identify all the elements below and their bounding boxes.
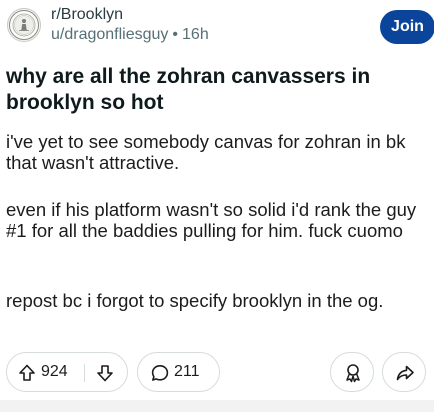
- join-button[interactable]: Join: [380, 10, 434, 44]
- post-body-paragraph: i've yet to see somebody canvas for zohr…: [6, 131, 406, 173]
- feed-divider: [0, 400, 434, 412]
- share-arrow-icon: [395, 363, 415, 388]
- post-action-bar: 924 211: [0, 352, 434, 394]
- subreddit-name[interactable]: r/Brooklyn: [51, 6, 123, 24]
- author-link[interactable]: u/dragonfliesguy: [51, 26, 168, 43]
- post-meta: u/dragonfliesguy • 16h: [51, 26, 209, 44]
- post-time: 16h: [182, 26, 209, 43]
- post-body-paragraph: even if his platform wasn't so solid i'd…: [6, 199, 417, 241]
- upvote-button[interactable]: [17, 363, 37, 388]
- downvote-arrow-icon: [97, 365, 113, 382]
- award-icon: [342, 362, 364, 389]
- subreddit-avatar[interactable]: [7, 8, 41, 42]
- share-button[interactable]: [382, 352, 426, 392]
- award-button[interactable]: [330, 352, 374, 392]
- comment-count: 211: [174, 363, 200, 380]
- meta-separator: •: [172, 26, 179, 43]
- vote-control: 924: [6, 352, 128, 392]
- post-body-paragraph: repost bc i forgot to specify brooklyn i…: [6, 290, 384, 311]
- downvote-button[interactable]: [95, 363, 115, 388]
- post-header: r/Brooklyn u/dragonfliesguy • 16h Join: [0, 0, 434, 50]
- vote-score: 924: [41, 363, 68, 380]
- vote-divider: [84, 364, 85, 382]
- post-title[interactable]: why are all the zohran canvassers in bro…: [6, 64, 426, 116]
- comment-bubble-icon: [150, 363, 170, 388]
- upvote-arrow-icon: [19, 364, 35, 381]
- comments-button[interactable]: 211: [137, 352, 220, 392]
- brooklyn-borough-seal-icon: [9, 10, 39, 40]
